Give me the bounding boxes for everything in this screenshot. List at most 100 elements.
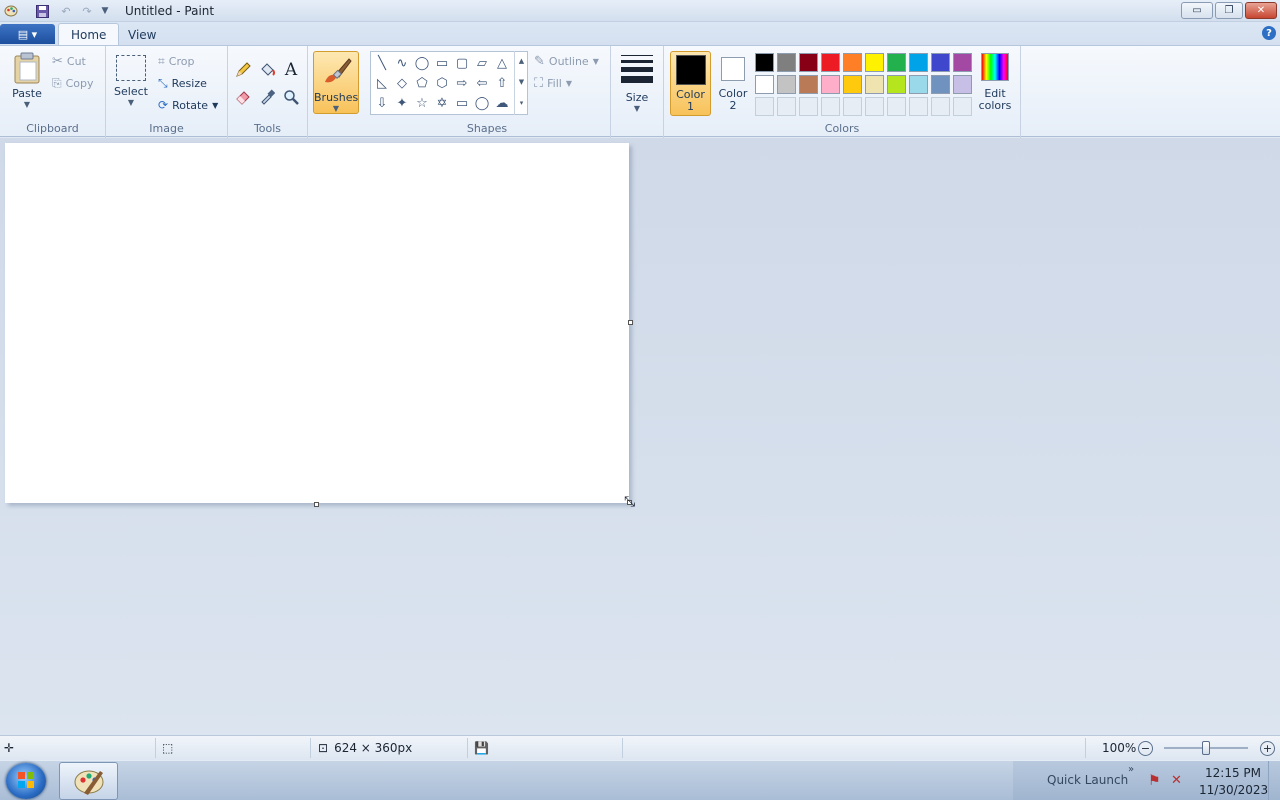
palette-swatch[interactable]	[865, 97, 884, 116]
cut-button[interactable]: ✂ Cut	[52, 52, 86, 70]
palette-swatch[interactable]	[799, 97, 818, 116]
palette-swatch[interactable]	[909, 53, 928, 72]
resize-handle-bottom[interactable]	[314, 502, 319, 507]
chevron-down-icon[interactable]: ▼	[97, 3, 113, 19]
shape-item[interactable]: ∿	[393, 54, 411, 72]
shape-item[interactable]: ◯	[413, 54, 431, 72]
action-center-icon[interactable]: ⚑	[1148, 773, 1161, 789]
palette-swatch[interactable]	[887, 97, 906, 116]
palette-swatch[interactable]	[887, 75, 906, 94]
palette-swatch[interactable]	[865, 75, 884, 94]
shape-item[interactable]: ⬡	[433, 74, 451, 92]
taskbar-paint-button[interactable]	[59, 762, 118, 800]
palette-swatch[interactable]	[821, 97, 840, 116]
paint-app-icon[interactable]	[3, 3, 19, 19]
rotate-button[interactable]: ⟳ Rotate ▼	[158, 96, 218, 114]
resize-button[interactable]: ⤡ Resize	[158, 74, 207, 92]
palette-swatch[interactable]	[953, 53, 972, 72]
restore-button[interactable]: ❐	[1215, 2, 1243, 19]
palette-swatch[interactable]	[777, 53, 796, 72]
shape-item[interactable]: ◯	[473, 94, 491, 112]
clock-date[interactable]: 11/30/2023	[1199, 783, 1268, 797]
palette-swatch[interactable]	[755, 97, 774, 116]
palette-swatch[interactable]	[777, 97, 796, 116]
help-icon[interactable]: ?	[1262, 26, 1276, 40]
pencil-icon[interactable]	[233, 60, 253, 80]
tab-view[interactable]: View	[116, 23, 168, 46]
palette-swatch[interactable]	[953, 75, 972, 94]
palette-swatch[interactable]	[865, 53, 884, 72]
palette-swatch[interactable]	[821, 75, 840, 94]
palette-swatch[interactable]	[843, 53, 862, 72]
shape-item[interactable]: ◇	[393, 74, 411, 92]
size-button[interactable]: Size ▼	[617, 52, 657, 113]
start-button[interactable]	[6, 763, 46, 799]
zoom-out-button[interactable]: −	[1138, 741, 1153, 756]
palette-swatch[interactable]	[909, 97, 928, 116]
palette-swatch[interactable]	[799, 53, 818, 72]
color2-button[interactable]: Color 2	[714, 51, 752, 116]
palette-swatch[interactable]	[821, 53, 840, 72]
drawing-canvas[interactable]	[5, 143, 629, 503]
shape-item[interactable]: ╲	[373, 54, 391, 72]
palette-swatch[interactable]	[887, 53, 906, 72]
text-icon[interactable]: A	[281, 60, 301, 80]
brushes-button[interactable]: Brushes ▼	[313, 51, 359, 114]
undo-icon[interactable]: ↶	[58, 3, 74, 19]
palette-swatch[interactable]	[843, 75, 862, 94]
color1-button[interactable]: Color 1	[670, 51, 711, 116]
shape-item[interactable]: ⏥	[473, 54, 491, 72]
quick-launch-label[interactable]: Quick Launch	[1047, 773, 1128, 787]
shape-item[interactable]: ▢	[453, 54, 471, 72]
palette-swatch[interactable]	[755, 53, 774, 72]
magnifier-icon[interactable]	[281, 87, 301, 107]
save-icon[interactable]	[34, 3, 50, 19]
show-desktop-button[interactable]	[1268, 761, 1280, 800]
clock-time[interactable]: 12:15 PM	[1205, 766, 1261, 780]
shape-item[interactable]: ✦	[393, 94, 411, 112]
crop-button[interactable]: ⌗ Crop	[158, 52, 194, 70]
app-menu-button[interactable]: ▤ ▾	[0, 24, 55, 44]
expand-toolbar-icon[interactable]: »	[1128, 764, 1134, 775]
shape-item[interactable]: ⇨	[453, 74, 471, 92]
shape-item[interactable]: ☁	[493, 94, 511, 112]
palette-swatch[interactable]	[799, 75, 818, 94]
shape-item[interactable]: ⇦	[473, 74, 491, 92]
shape-item[interactable]: ◺	[373, 74, 391, 92]
shape-item[interactable]: ⇩	[373, 94, 391, 112]
edit-colors-button[interactable]: Edit colors	[975, 51, 1015, 112]
zoom-in-button[interactable]: +	[1260, 741, 1275, 756]
zoom-slider[interactable]	[1164, 741, 1248, 755]
palette-swatch[interactable]	[953, 97, 972, 116]
shape-item[interactable]: ⇧	[493, 74, 511, 92]
tab-home[interactable]: Home	[58, 23, 120, 46]
palette-swatch[interactable]	[931, 75, 950, 94]
palette-swatch[interactable]	[931, 97, 950, 116]
shape-item[interactable]: ✡	[433, 94, 451, 112]
palette-swatch[interactable]	[931, 53, 950, 72]
copy-button[interactable]: ⎘ Copy	[52, 74, 94, 92]
shapes-scroll[interactable]: ▲ ▼ ▾	[514, 51, 528, 115]
shape-item[interactable]: ▭	[453, 94, 471, 112]
paste-button[interactable]: Paste ▼	[6, 52, 48, 109]
resize-handle-right[interactable]	[628, 320, 633, 325]
network-icon[interactable]: ✕	[1171, 773, 1182, 788]
shape-item[interactable]: ▭	[433, 54, 451, 72]
shape-item[interactable]: ⬠	[413, 74, 431, 92]
close-button[interactable]: ✕	[1245, 2, 1277, 19]
minimize-button[interactable]: ▭	[1181, 2, 1213, 19]
select-button[interactable]: Select ▼	[112, 52, 150, 107]
redo-icon[interactable]: ↷	[79, 3, 95, 19]
palette-swatch[interactable]	[909, 75, 928, 94]
eraser-icon[interactable]	[233, 87, 253, 107]
shape-item[interactable]: △	[493, 54, 511, 72]
color-picker-icon[interactable]	[257, 87, 277, 107]
fill-button[interactable]: ⛶ Fill ▼	[534, 74, 572, 92]
palette-swatch[interactable]	[843, 97, 862, 116]
shape-item[interactable]: ☆	[413, 94, 431, 112]
palette-swatch[interactable]	[777, 75, 796, 94]
fill-bucket-icon[interactable]	[257, 60, 277, 80]
zoom-slider-thumb[interactable]	[1202, 741, 1210, 755]
outline-button[interactable]: ✎ Outline ▼	[534, 52, 599, 70]
palette-swatch[interactable]	[755, 75, 774, 94]
